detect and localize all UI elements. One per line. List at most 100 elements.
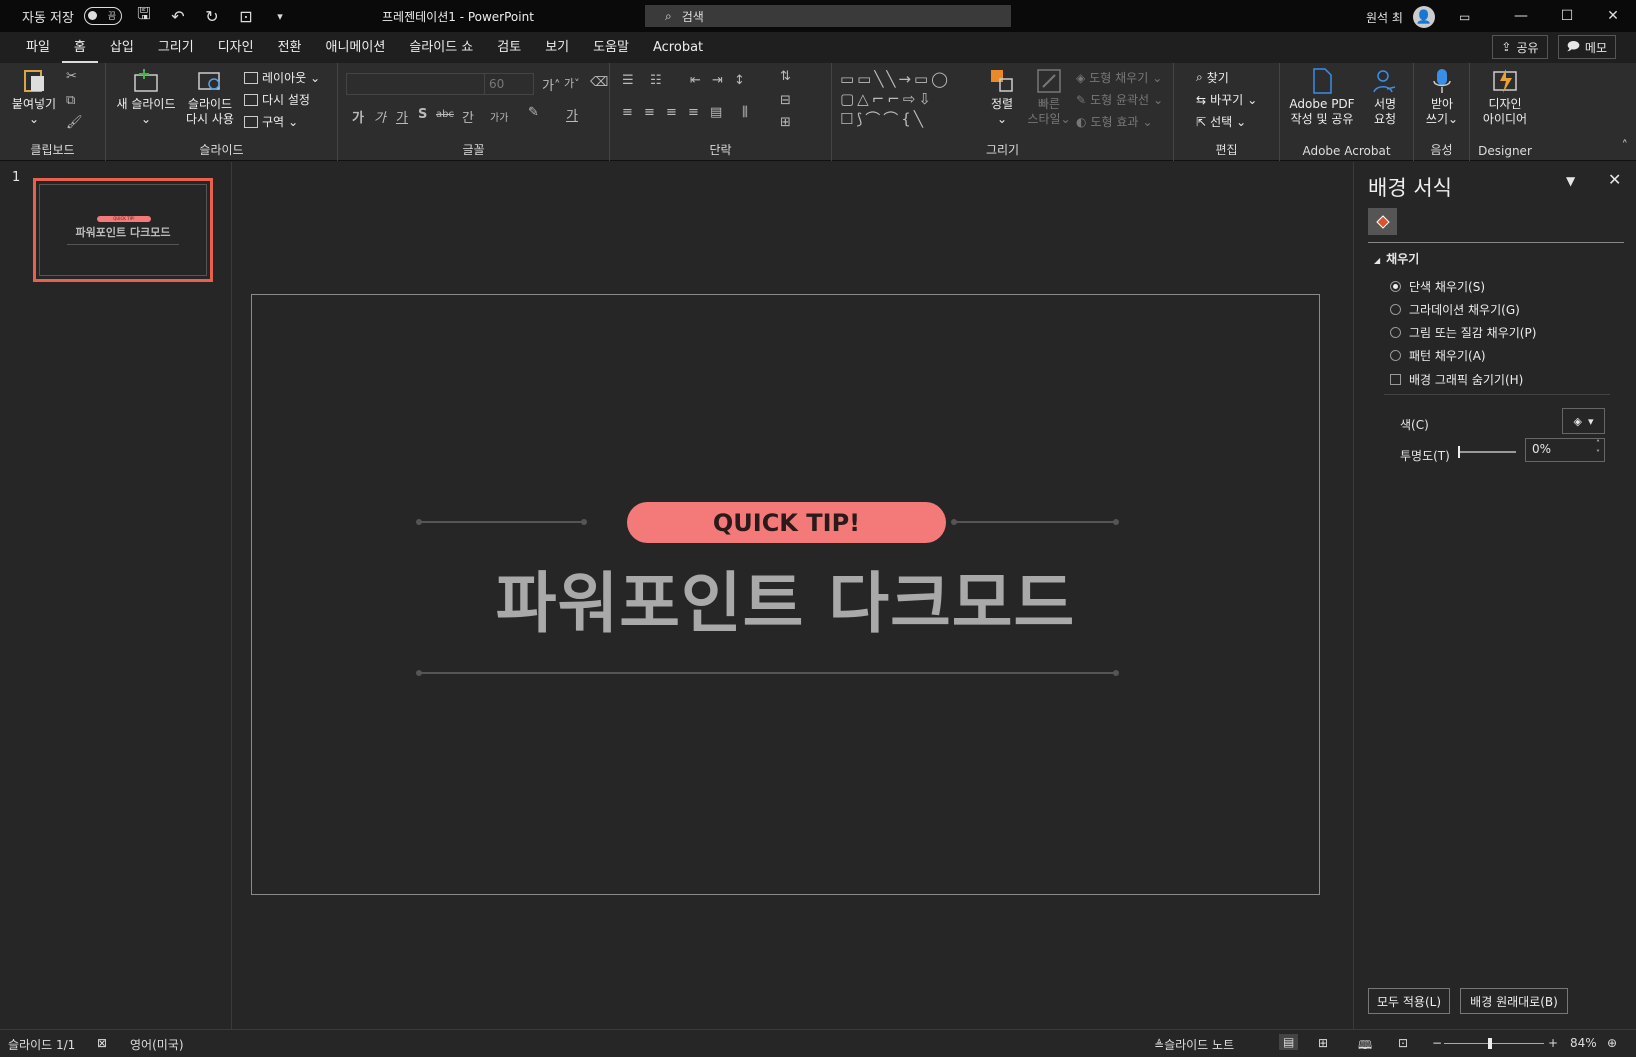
pane-options-icon[interactable]: ▼ xyxy=(1566,174,1575,188)
tab-acrobat[interactable]: Acrobat xyxy=(641,32,715,63)
comments-button[interactable]: 🗩 메모 xyxy=(1557,35,1616,59)
font-family-input[interactable] xyxy=(346,73,486,95)
bold-icon[interactable]: 가 xyxy=(352,107,364,126)
pane-close-icon[interactable]: ✕ xyxy=(1608,170,1621,189)
align-text-icon[interactable]: ⊟ xyxy=(780,93,791,108)
fill-section-header[interactable]: ◢ 채우기 xyxy=(1374,250,1419,267)
create-pdf-button[interactable]: Adobe PDF 작성 및 공유 xyxy=(1286,67,1358,127)
notes-button[interactable]: ≜슬라이드 노트 xyxy=(1154,1036,1234,1053)
tab-help[interactable]: 도움말 xyxy=(581,32,641,63)
gradient-fill-radio[interactable]: 그라데이션 채우기(G) xyxy=(1390,301,1520,318)
apply-to-all-button[interactable]: 모두 적용(L) xyxy=(1368,988,1450,1014)
grow-font-icon[interactable]: 가˄ xyxy=(542,75,560,94)
select-button[interactable]: ⇱ 선택 ⌄ xyxy=(1196,113,1246,130)
underline-icon[interactable]: 가 xyxy=(396,107,408,126)
line-spacing-icon[interactable]: ↕ xyxy=(734,73,745,88)
arrange-button[interactable]: 정렬 ⌄ xyxy=(982,67,1022,127)
italic-icon[interactable]: 가 xyxy=(374,107,386,126)
char-spacing-icon[interactable]: 간 xyxy=(462,107,474,126)
shapes-gallery[interactable]: ▭▭╲╲→▭◯ ▢△⌐⌐⇨⇩ ☐⟆⌒⌒{╲ xyxy=(840,69,980,129)
search-box[interactable]: ⌕ 검색 xyxy=(645,5,1011,27)
columns-icon[interactable]: ⫼ xyxy=(742,105,748,120)
request-signature-button[interactable]: 서명 요청 xyxy=(1362,67,1408,127)
present-icon[interactable]: ⊡ xyxy=(234,7,258,26)
align-right-icon[interactable]: ≡ xyxy=(666,105,677,120)
fill-tab-icon[interactable] xyxy=(1368,208,1397,235)
shadow-icon[interactable]: S xyxy=(418,107,427,122)
reading-view-icon[interactable]: 🕮 xyxy=(1358,1036,1372,1057)
user-account[interactable]: 원석 최 👤 ▭ xyxy=(1366,6,1470,28)
cut-icon[interactable]: ✂ xyxy=(66,69,77,84)
zoom-out-icon[interactable]: − xyxy=(1432,1036,1442,1050)
accessibility-icon[interactable]: ⊠ xyxy=(97,1036,107,1050)
shrink-font-icon[interactable]: 가˅ xyxy=(564,75,580,91)
normal-view-icon[interactable]: ▤ xyxy=(1279,1034,1299,1050)
tab-slideshow[interactable]: 슬라이드 쇼 xyxy=(397,32,485,63)
bullets-icon[interactable]: ☰ xyxy=(622,73,634,88)
collapse-ribbon-icon[interactable]: ˄ xyxy=(1622,139,1629,154)
ribbon-display-icon[interactable]: ▭ xyxy=(1459,10,1470,24)
format-painter-icon[interactable]: 🖌 xyxy=(66,115,83,130)
fit-slide-icon[interactable]: ⊕ xyxy=(1607,1036,1617,1050)
slide[interactable]: QUICK TIP! 파워포인트 다크모드 xyxy=(251,294,1320,895)
design-ideas-button[interactable]: 디자인 아이디어 xyxy=(1476,67,1534,127)
zoom-slider[interactable] xyxy=(1444,1038,1544,1049)
paste-button[interactable]: 붙여넣기 ⌄ xyxy=(8,67,60,127)
tab-animations[interactable]: 애니메이션 xyxy=(314,32,398,63)
pattern-fill-radio[interactable]: 패턴 채우기(A) xyxy=(1390,347,1486,364)
layout-button[interactable]: 레이아웃 ⌄ xyxy=(244,69,320,86)
align-left-icon[interactable]: ≡ xyxy=(622,105,633,120)
zoom-thumb[interactable] xyxy=(1488,1038,1492,1049)
transparency-slider[interactable] xyxy=(1458,446,1516,458)
text-direction-icon[interactable]: ⇅ xyxy=(780,69,791,84)
replace-button[interactable]: ⇆ 바꾸기 ⌄ xyxy=(1196,91,1257,108)
tab-insert[interactable]: 삽입 xyxy=(98,32,146,63)
tab-draw[interactable]: 그리기 xyxy=(146,32,206,63)
customize-qat-icon[interactable]: ▾ xyxy=(268,10,292,23)
highlight-icon[interactable]: ✎ xyxy=(528,105,539,120)
distributed-icon[interactable]: ▤ xyxy=(710,105,722,120)
slideshow-view-icon[interactable]: ⊡ xyxy=(1398,1036,1408,1050)
shape-fill-button[interactable]: ◈ 도형 채우기 ⌄ xyxy=(1076,69,1162,86)
quick-styles-button[interactable]: 빠른 스타일⌄ xyxy=(1026,67,1072,127)
tab-review[interactable]: 검토 xyxy=(485,32,533,63)
slide-title[interactable]: 파워포인트 다크모드 xyxy=(252,550,1319,646)
tab-transitions[interactable]: 전환 xyxy=(266,32,314,63)
quick-tip-pill[interactable]: QUICK TIP! xyxy=(627,502,946,543)
slider-thumb[interactable] xyxy=(1458,446,1460,458)
close-icon[interactable]: ✕ xyxy=(1590,0,1636,32)
numbering-icon[interactable]: ☷ xyxy=(650,73,662,88)
hide-graphics-checkbox[interactable]: 배경 그래픽 숨기기(H) xyxy=(1390,371,1523,388)
maximize-icon[interactable]: ☐ xyxy=(1544,0,1590,32)
tab-home[interactable]: 홈 xyxy=(61,32,98,63)
reset-button[interactable]: 다시 설정 xyxy=(244,91,310,108)
minimize-icon[interactable]: — xyxy=(1498,0,1544,32)
shape-effects-button[interactable]: ◐ 도형 효과 ⌄ xyxy=(1076,113,1153,130)
find-button[interactable]: ⌕ 찾기 xyxy=(1196,69,1229,86)
tab-view[interactable]: 보기 xyxy=(533,32,581,63)
transparency-input[interactable]: 0% ˄ ˅ xyxy=(1525,438,1605,462)
section-button[interactable]: 구역 ⌄ xyxy=(244,113,298,130)
sorter-view-icon[interactable]: ⊞ xyxy=(1318,1036,1328,1050)
justify-icon[interactable]: ≡ xyxy=(688,105,699,120)
avatar[interactable]: 👤 xyxy=(1412,6,1435,28)
change-case-icon[interactable]: 가가 xyxy=(490,109,508,124)
share-button[interactable]: ⇪ 공유 xyxy=(1492,35,1548,59)
tab-file[interactable]: 파일 xyxy=(14,32,62,63)
spinner-icon[interactable]: ˄ ˅ xyxy=(1596,439,1600,459)
tab-design[interactable]: 디자인 xyxy=(206,32,266,63)
copy-icon[interactable]: ⧉ xyxy=(66,93,75,108)
reset-background-button[interactable]: 배경 원래대로(B) xyxy=(1460,988,1568,1014)
clear-format-icon[interactable]: ⌫ xyxy=(590,75,608,90)
increase-indent-icon[interactable]: ⇥ xyxy=(712,73,723,88)
picture-fill-radio[interactable]: 그림 또는 질감 채우기(P) xyxy=(1390,324,1536,341)
save-icon[interactable]: 🖫 xyxy=(132,3,156,30)
font-color-icon[interactable]: 가 xyxy=(566,105,578,124)
zoom-level[interactable]: 84% xyxy=(1570,1036,1597,1050)
dictate-button[interactable]: 받아 쓰기⌄ xyxy=(1420,67,1464,127)
autosave-toggle[interactable]: 끔 xyxy=(83,7,122,25)
smartart-icon[interactable]: ⊞ xyxy=(780,115,791,130)
color-picker-button[interactable]: ◈ ▾ xyxy=(1562,408,1605,434)
redo-icon[interactable]: ↻ xyxy=(200,7,224,26)
strikethrough-icon[interactable]: abc xyxy=(436,109,454,120)
